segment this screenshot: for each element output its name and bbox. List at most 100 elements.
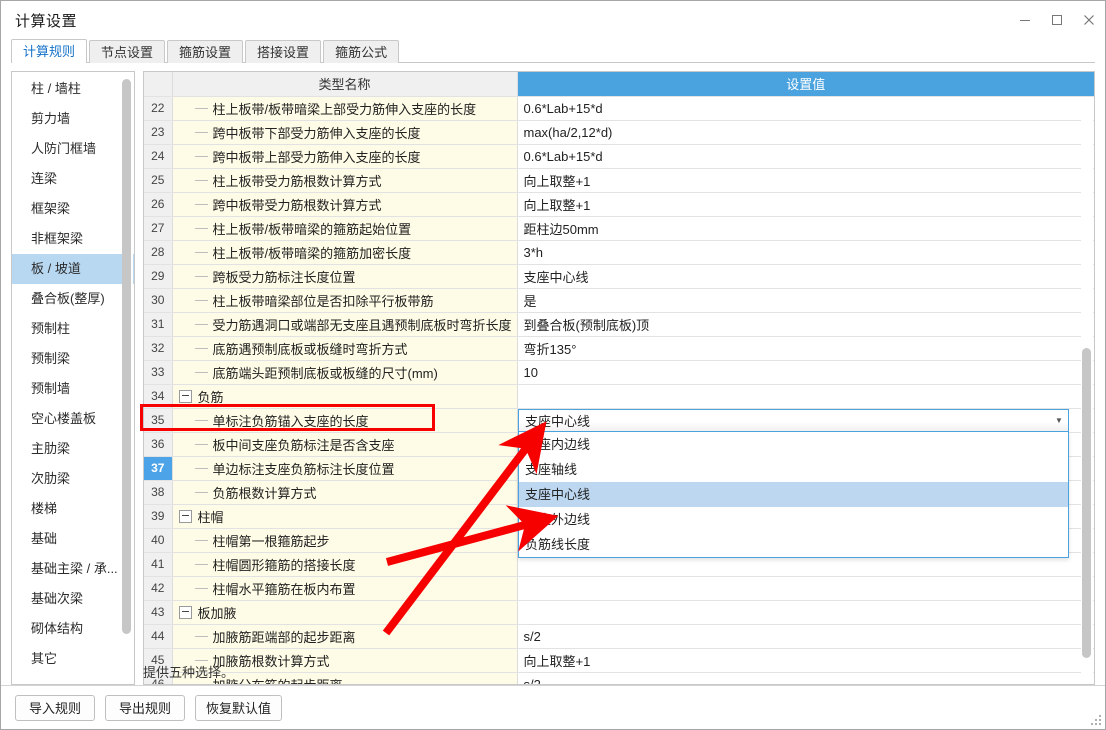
tab-3[interactable]: 搭接设置 (245, 40, 322, 63)
combobox-option-0[interactable]: 支座内边线 (519, 432, 1068, 457)
sidebar-item-label: 次肋梁 (31, 471, 71, 486)
table-row[interactable]: 27 柱上板带/板带暗梁的箍筋起始位置 距柱边50mm (144, 216, 1094, 241)
name-wrapper: 柱帽水平箍筋在板内布置 (173, 577, 517, 600)
row-setting-value-cell[interactable]: 到叠合板(预制底板)顶 (517, 312, 1094, 337)
sidebar-item-1[interactable]: 剪力墙 (12, 104, 134, 134)
table-row[interactable]: 42 柱帽水平箍筋在板内布置 (144, 576, 1094, 601)
sidebar-item-11[interactable]: 空心楼盖板 (12, 404, 134, 434)
row-setting-value-cell[interactable]: 向上取整+1 (517, 192, 1094, 217)
sidebar-item-12[interactable]: 主肋梁 (12, 434, 134, 464)
tab-4[interactable]: 箍筋公式 (323, 40, 400, 63)
collapse-toggle-icon[interactable] (178, 509, 192, 523)
footer-button-0[interactable]: 导入规则 (15, 694, 95, 721)
footer-button-1[interactable]: 导出规则 (105, 694, 185, 721)
column-header-setting-value: 设置值 (517, 72, 1094, 97)
combobox-option-4[interactable]: 负筋线长度 (519, 532, 1068, 557)
tab-1[interactable]: 节点设置 (89, 40, 166, 63)
row-setting-value-cell[interactable]: s/2 (517, 672, 1094, 684)
table-row[interactable]: 45 加腋筋根数计算方式 向上取整+1 (144, 648, 1094, 673)
row-setting-value-cell[interactable] (517, 384, 1094, 409)
row-number: 32 (144, 336, 173, 361)
sidebar-item-16[interactable]: 基础主梁 / 承... (12, 554, 134, 584)
row-type-name-cell: 板中间支座负筋标注是否含支座 (172, 432, 518, 457)
table-row[interactable]: 22 柱上板带/板带暗梁上部受力筋伸入支座的长度 0.6*Lab+15*d (144, 96, 1094, 121)
sidebar-item-8[interactable]: 预制柱 (12, 314, 134, 344)
row-setting-value-cell[interactable]: s/2 (517, 624, 1094, 649)
sidebar-item-3[interactable]: 连梁 (12, 164, 134, 194)
sidebar-item-19[interactable]: 其它 (12, 644, 134, 674)
sidebar-item-5[interactable]: 非框架梁 (12, 224, 134, 254)
row-setting-value-cell[interactable]: 10 (517, 360, 1094, 385)
table-row[interactable]: 34 负筋 (144, 384, 1094, 409)
table-row[interactable]: 24 跨中板带上部受力筋伸入支座的长度 0.6*Lab+15*d (144, 144, 1094, 169)
tree-branch-line (194, 443, 208, 445)
name-wrapper: 板中间支座负筋标注是否含支座 (173, 433, 517, 456)
sidebar-item-18[interactable]: 砌体结构 (12, 614, 134, 644)
table-row[interactable]: 23 跨中板带下部受力筋伸入支座的长度 max(ha/2,12*d) (144, 120, 1094, 145)
combobox-option-2[interactable]: 支座中心线 (519, 482, 1068, 507)
sidebar-item-17[interactable]: 基础次梁 (12, 584, 134, 614)
row-setting-value-cell[interactable]: 0.6*Lab+15*d (517, 144, 1094, 169)
collapse-toggle-icon[interactable] (178, 605, 192, 619)
combobox-option-1[interactable]: 支座轴线 (519, 457, 1068, 482)
sidebar-item-9[interactable]: 预制梁 (12, 344, 134, 374)
resize-grip-icon[interactable] (1090, 714, 1102, 726)
sidebar-item-7[interactable]: 叠合板(整厚) (12, 284, 134, 314)
chevron-down-icon[interactable]: ▼ (1050, 416, 1068, 425)
maximize-button[interactable] (1041, 1, 1073, 39)
sidebar-scrollbar-thumb[interactable] (122, 79, 131, 634)
table-row[interactable]: 28 柱上板带/板带暗梁的箍筋加密长度 3*h (144, 240, 1094, 265)
table-row[interactable]: 25 柱上板带受力筋根数计算方式 向上取整+1 (144, 168, 1094, 193)
sidebar-item-15[interactable]: 基础 (12, 524, 134, 554)
tab-0[interactable]: 计算规则 (11, 39, 88, 63)
footer-bar: 导入规则 导出规则 恢复默认值 (1, 685, 1105, 729)
row-setting-value-cell[interactable]: 支座中心线 (517, 264, 1094, 289)
table-row[interactable]: 46 加腋分布筋的起步距离 s/2 (144, 672, 1094, 684)
sidebar-item-2[interactable]: 人防门框墙 (12, 134, 134, 164)
row-setting-value-cell[interactable] (517, 576, 1094, 601)
table-head: 类型名称 设置值 (144, 72, 1094, 97)
table-row[interactable]: 32 底筋遇预制底板或板缝时弯折方式 弯折135° (144, 336, 1094, 361)
row-setting-value-cell[interactable]: 距柱边50mm (517, 216, 1094, 241)
row-setting-value-cell[interactable]: 向上取整+1 (517, 168, 1094, 193)
combobox-option-3[interactable]: 支座外边线 (519, 507, 1068, 532)
row-number: 40 (144, 528, 173, 553)
sidebar-item-label: 基础 (31, 531, 58, 546)
combobox-dropdown-list[interactable]: 支座内边线 支座轴线 支座中心线 支座外边线 负筋线长度 (518, 432, 1069, 558)
row-setting-value-cell[interactable]: 弯折135° (517, 336, 1094, 361)
row-setting-value-cell[interactable]: 是 (517, 288, 1094, 313)
table-row[interactable]: 29 跨板受力筋标注长度位置 支座中心线 (144, 264, 1094, 289)
sidebar-item-0[interactable]: 柱 / 墙柱 (12, 74, 134, 104)
sidebar-item-6[interactable]: 板 / 坡道 (12, 254, 134, 284)
minimize-button[interactable] (1009, 1, 1041, 39)
sidebar-item-13[interactable]: 次肋梁 (12, 464, 134, 494)
collapse-toggle-icon[interactable] (178, 389, 192, 403)
table-scrollbar-track[interactable] (1081, 98, 1093, 683)
row-type-name-cell: 负筋 (172, 384, 518, 409)
rules-table-panel: 类型名称 设置值 22 柱上板带/板带暗梁上部受力筋伸入支座的长度 0.6*Lab+… (143, 71, 1095, 685)
row-setting-value-cell[interactable]: 向上取整+1 (517, 648, 1094, 673)
combobox-display[interactable]: 支座中心线 ▼ (518, 409, 1069, 432)
table-row[interactable]: 31 受力筋遇洞口或端部无支座且遇预制底板时弯折长度 到叠合板(预制底板)顶 (144, 312, 1094, 337)
sidebar-item-14[interactable]: 楼梯 (12, 494, 134, 524)
table-scrollbar-thumb[interactable] (1082, 348, 1091, 658)
row-type-name-label: 跨中板带上部受力筋伸入支座的长度 (212, 149, 421, 165)
row-setting-value-cell[interactable]: 0.6*Lab+15*d (517, 96, 1094, 121)
sidebar-item-10[interactable]: 预制墙 (12, 374, 134, 404)
footer-button-2[interactable]: 恢复默认值 (195, 694, 283, 721)
sidebar-scrollbar-track[interactable] (122, 73, 133, 683)
table-row[interactable]: 33 底筋端头距预制底板或板缝的尺寸(mm) 10 (144, 360, 1094, 385)
tab-label: 箍筋公式 (335, 45, 388, 60)
row-setting-value-cell[interactable]: 3*h (517, 240, 1094, 265)
table-row[interactable]: 44 加腋筋距端部的起步距离 s/2 (144, 624, 1094, 649)
tab-2[interactable]: 箍筋设置 (167, 40, 244, 63)
close-button[interactable] (1073, 1, 1105, 39)
setting-value-combobox[interactable]: 支座中心线 ▼ 支座内边线 支座轴线 支座中心线 支座外边线 负筋线长度 (518, 409, 1069, 558)
tab-label: 箍筋设置 (179, 45, 232, 60)
row-setting-value-cell[interactable] (517, 600, 1094, 625)
row-setting-value-cell[interactable]: max(ha/2,12*d) (517, 120, 1094, 145)
table-row[interactable]: 26 跨中板带受力筋根数计算方式 向上取整+1 (144, 192, 1094, 217)
sidebar-item-4[interactable]: 框架梁 (12, 194, 134, 224)
table-row[interactable]: 43 板加腋 (144, 600, 1094, 625)
table-row[interactable]: 30 柱上板带暗梁部位是否扣除平行板带筋 是 (144, 288, 1094, 313)
